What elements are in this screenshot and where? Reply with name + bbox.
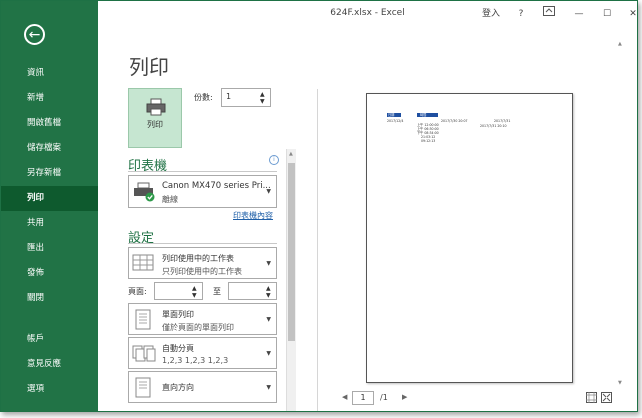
preview-cell: 2017/12/4 (387, 119, 404, 123)
show-margins-icon[interactable] (586, 392, 597, 406)
close-button[interactable]: ✕ (622, 5, 637, 23)
divider (128, 171, 277, 172)
chevron-down-icon: ▼ (266, 350, 271, 357)
pages-to-label: 至 (213, 287, 221, 296)
sides-sub: 僅於頁面的單面列印 (162, 323, 234, 332)
preview-header: 日期 (388, 113, 395, 117)
spin-down-icon[interactable]: ▼ (266, 292, 274, 299)
preview-page-nav: ◀ 1 /1 ▶ (328, 389, 628, 407)
ribbon-display-icon[interactable] (538, 5, 560, 23)
spin-down-icon[interactable]: ▼ (192, 292, 200, 299)
copies-value: 1 (226, 92, 232, 101)
nav-export[interactable]: 匯出 (1, 236, 98, 261)
title-bar: 624F.xlsx - Excel 登入 ? — ☐ ✕ (98, 1, 637, 27)
page-count: /1 (380, 393, 388, 402)
nav-share[interactable]: 共用 (1, 211, 98, 236)
page-title: 列印 (129, 55, 169, 79)
orientation-title: 直向方向 (162, 383, 194, 392)
pages-from-input[interactable]: ▲ ▼ (154, 282, 203, 300)
excel-window: ← 資訊 新增 開啟舊檔 儲存檔案 另存新檔 列印 共用 匯出 發佈 關閉 帳戶… (0, 0, 638, 412)
collate-dropdown[interactable]: 自動分頁 1,2,3 1,2,3 1,2,3 ▼ (128, 337, 277, 369)
orientation-dropdown[interactable]: 直向方向 ▼ (128, 371, 277, 403)
printer-properties-link[interactable]: 印表機內容 (233, 210, 273, 221)
printer-icon (134, 182, 155, 202)
collate-icon (132, 345, 156, 362)
restore-button[interactable]: ☐ (596, 5, 618, 23)
chevron-down-icon: ▼ (266, 384, 271, 391)
preview-cell: 09:12:13 (421, 139, 436, 143)
print-button-label: 列印 (147, 120, 163, 129)
preview-cell: 2017/7/30 20:07 (441, 119, 468, 123)
copies-label: 份數: (194, 93, 213, 102)
minimize-button[interactable]: — (568, 5, 590, 23)
info-icon[interactable]: i (269, 155, 279, 165)
chevron-down-icon: ▼ (266, 316, 271, 323)
preview-cell: 2017/7/31 20:10 (480, 124, 507, 128)
printer-name: Canon MX470 series Pri... (162, 181, 271, 191)
pages-to-input[interactable]: ▲ ▼ (228, 282, 277, 300)
preview-scrollbar[interactable]: ▲ ▼ (617, 41, 627, 386)
zoom-to-page-icon[interactable] (601, 392, 612, 406)
chevron-down-icon: ▼ (266, 188, 271, 195)
preview-cell: 2017/7/31 (494, 119, 511, 123)
help-icon[interactable]: ? (513, 5, 529, 23)
portrait-page-icon (135, 377, 151, 398)
nav-feedback[interactable]: 意見反應 (1, 352, 98, 377)
printer-dropdown[interactable]: Canon MX470 series Pri... 離線 ▼ (128, 175, 277, 208)
settings-scrollbar[interactable]: ▲ (286, 149, 296, 411)
collate-sub: 1,2,3 1,2,3 1,2,3 (162, 356, 229, 365)
print-scope-sub: 只列印使用中的工作表 (162, 267, 242, 276)
page-number-input[interactable]: 1 (352, 391, 374, 405)
next-page-icon[interactable]: ▶ (402, 393, 407, 401)
nav-open[interactable]: 開啟舊檔 (1, 111, 98, 136)
previous-page-icon[interactable]: ◀ (342, 393, 347, 401)
spin-up-icon[interactable]: ▲ (192, 285, 200, 292)
copies-input[interactable]: 1 ▲ ▼ (221, 88, 271, 107)
print-preview-page: 日期 時間 2017/12/4 2017/7/30 20:07 2017/7/3… (366, 93, 573, 383)
collate-title: 自動分頁 (162, 344, 194, 353)
nav-info[interactable]: 資訊 (1, 61, 98, 86)
nav-save[interactable]: 儲存檔案 (1, 136, 98, 161)
print-button[interactable]: 列印 (128, 88, 182, 148)
print-scope-dropdown[interactable]: 列印使用中的工作表 只列印使用中的工作表 ▼ (128, 247, 277, 279)
preview-header: 時間 (420, 113, 427, 117)
nav-close[interactable]: 關閉 (1, 286, 98, 311)
printer-icon (146, 98, 166, 116)
scrollbar-thumb[interactable] (288, 163, 295, 341)
nav-options[interactable]: 選項 (1, 377, 98, 402)
signin-link[interactable]: 登入 (479, 5, 503, 23)
spin-down-icon[interactable]: ▼ (260, 98, 268, 105)
divider (317, 89, 318, 411)
nav-save-as[interactable]: 另存新檔 (1, 161, 98, 186)
scroll-down-icon[interactable]: ▼ (618, 380, 622, 386)
chevron-down-icon: ▼ (266, 260, 271, 267)
divider (128, 243, 277, 244)
nav-new[interactable]: 新增 (1, 86, 98, 111)
pages-label: 頁面: (128, 287, 147, 296)
one-sided-page-icon (135, 309, 151, 330)
backstage-sidebar: ← 資訊 新增 開啟舊檔 儲存檔案 另存新檔 列印 共用 匯出 發佈 關閉 帳戶… (1, 1, 98, 411)
sides-dropdown[interactable]: 單面列印 僅於頁面的單面列印 ▼ (128, 303, 277, 335)
spin-up-icon[interactable]: ▲ (260, 91, 268, 98)
back-button[interactable]: ← (24, 24, 45, 45)
nav-publish[interactable]: 發佈 (1, 261, 98, 286)
nav-print[interactable]: 列印 (1, 186, 98, 211)
nav-account[interactable]: 帳戶 (1, 327, 98, 352)
spin-up-icon[interactable]: ▲ (266, 285, 274, 292)
scroll-up-icon[interactable]: ▲ (618, 41, 622, 47)
sheet-grid-icon (132, 254, 154, 271)
print-scope-title: 列印使用中的工作表 (162, 254, 234, 263)
printer-status: 離線 (162, 195, 178, 204)
scroll-up-icon[interactable]: ▲ (289, 151, 293, 157)
sides-title: 單面列印 (162, 310, 194, 319)
